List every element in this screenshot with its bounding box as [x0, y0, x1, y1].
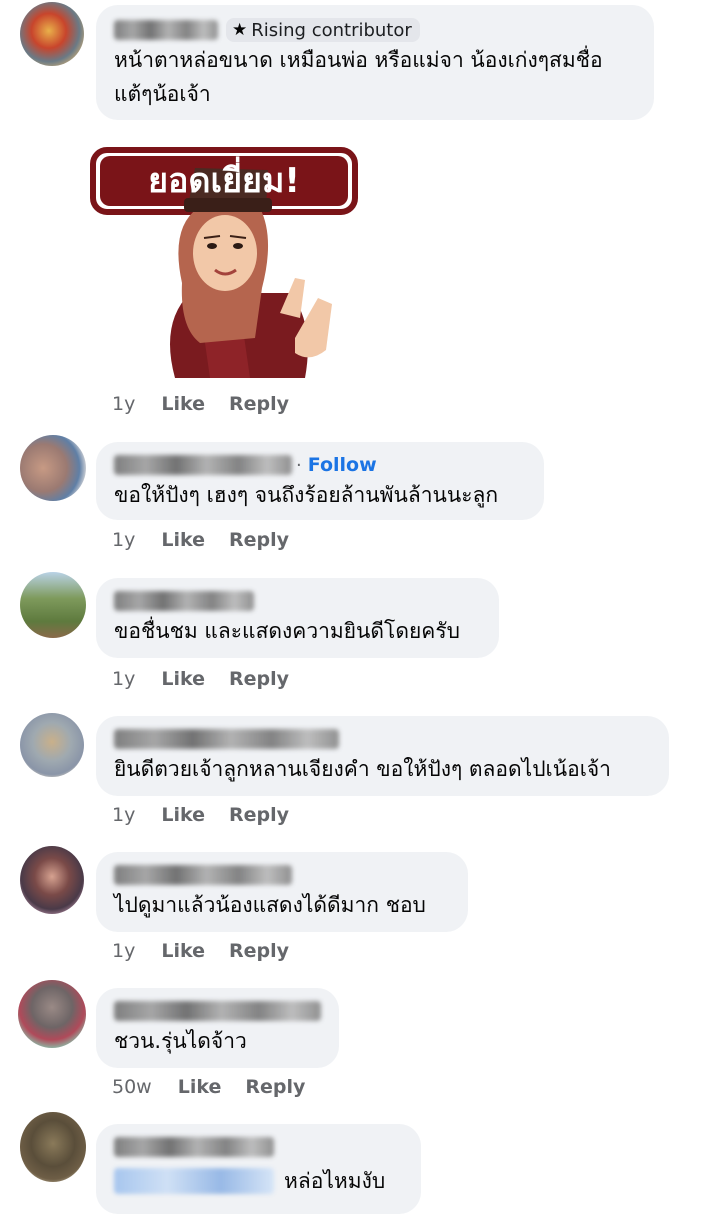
timestamp[interactable]: 50w — [112, 1076, 152, 1098]
star-icon: ★ — [232, 20, 248, 40]
comment-actions: 1y Like Reply — [112, 529, 289, 551]
avatar[interactable] — [20, 2, 84, 66]
reply-button[interactable]: Reply — [229, 393, 289, 415]
comment-actions: 1y Like Reply — [112, 668, 289, 690]
avatar[interactable] — [20, 1112, 86, 1182]
sticker-caption: ยอดเยี่ยม! — [148, 161, 300, 201]
reply-button[interactable]: Reply — [229, 804, 289, 826]
like-button[interactable]: Like — [161, 668, 205, 690]
reply-button[interactable]: Reply — [229, 529, 289, 551]
comment-bubble: · Follow ขอให้ปังๆ เฮงๆ จนถึงร้อยล้านพัน… — [96, 442, 544, 520]
comment-actions: 1y Like Reply — [112, 393, 289, 415]
author-name[interactable] — [114, 865, 292, 885]
like-button[interactable]: Like — [161, 529, 205, 551]
avatar[interactable] — [20, 846, 84, 914]
rising-contributor-badge: ★ Rising contributor — [226, 18, 420, 42]
blurred-mention[interactable] — [114, 1168, 274, 1194]
comment-text: หล่อไหมงับ — [284, 1169, 386, 1193]
author-name[interactable] — [114, 1137, 274, 1157]
follow-button[interactable]: Follow — [308, 454, 377, 476]
comment-actions: 50w Like Reply — [112, 1076, 305, 1098]
avatar[interactable] — [20, 713, 84, 777]
author-name[interactable] — [114, 729, 339, 749]
author-name[interactable] — [114, 455, 292, 475]
comment-text: แต้ๆน้อเจ้า — [114, 82, 211, 106]
author-name[interactable] — [114, 20, 218, 40]
comment-text: ไปดูมาแล้วน้องแสดงได้ดีมาก ชอบ — [114, 893, 426, 917]
comment-text: ขอชื่นชม และแสดงความยินดีโดยครับ — [114, 619, 460, 643]
comment-text: ยินดีตวยเจ้าลูกหลานเจียงคำ ขอให้ปังๆ ตลอ… — [114, 757, 611, 781]
comment-bubble: ยินดีตวยเจ้าลูกหลานเจียงคำ ขอให้ปังๆ ตลอ… — [96, 716, 669, 796]
like-button[interactable]: Like — [178, 1076, 222, 1098]
timestamp[interactable]: 1y — [112, 940, 135, 962]
avatar[interactable] — [18, 980, 86, 1048]
comment-text: ชวน.รุ่นไดจ้าว — [114, 1029, 247, 1053]
avatar[interactable] — [20, 435, 86, 501]
comment-text: หน้าตาหล่อขนาด เหมือนพ่อ หรือแม่จา น้องเ… — [114, 48, 603, 72]
author-name[interactable] — [114, 591, 254, 611]
comment-actions: 1y Like Reply — [112, 940, 289, 962]
author-name[interactable] — [114, 1001, 321, 1021]
comment-bubble: ชวน.รุ่นไดจ้าว — [96, 988, 339, 1068]
like-button[interactable]: Like — [161, 393, 205, 415]
reply-button[interactable]: Reply — [245, 1076, 305, 1098]
timestamp[interactable]: 1y — [112, 804, 135, 826]
like-button[interactable]: Like — [161, 804, 205, 826]
avatar[interactable] — [20, 572, 86, 638]
comment-text: ขอให้ปังๆ เฮงๆ จนถึงร้อยล้านพันล้านนะลูก — [114, 483, 499, 507]
reply-button[interactable]: Reply — [229, 668, 289, 690]
like-button[interactable]: Like — [161, 940, 205, 962]
reply-button[interactable]: Reply — [229, 940, 289, 962]
timestamp[interactable]: 1y — [112, 393, 135, 415]
comment-bubble: ไปดูมาแล้วน้องแสดงได้ดีมาก ชอบ — [96, 852, 468, 932]
timestamp[interactable]: 1y — [112, 529, 135, 551]
comment-bubble: ★ Rising contributor หน้าตาหล่อขนาด เหมื… — [96, 5, 654, 120]
comment-actions: 1y Like Reply — [112, 804, 289, 826]
comment-bubble: ขอชื่นชม และแสดงความยินดีโดยครับ — [96, 578, 499, 658]
sticker-image[interactable]: ยอดเยี่ยม! — [90, 128, 360, 388]
comment-bubble: หล่อไหมงับ — [96, 1124, 421, 1214]
timestamp[interactable]: 1y — [112, 668, 135, 690]
